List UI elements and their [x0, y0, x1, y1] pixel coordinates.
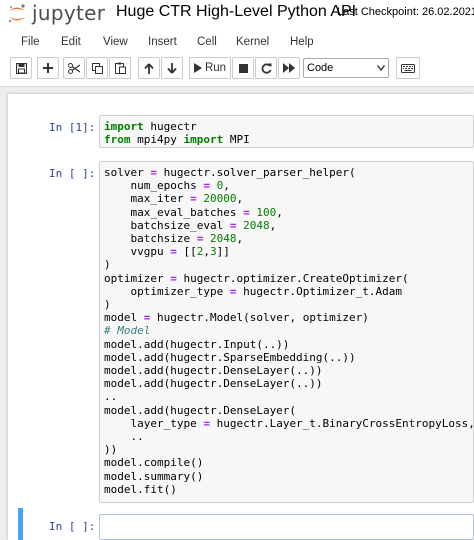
code-line: import hugectr	[104, 120, 197, 133]
code-line: ..	[104, 390, 118, 404]
stop-icon	[238, 63, 248, 73]
checkpoint-status: Last Checkpoint: 26.02.2021	[337, 6, 474, 18]
command-palette-button[interactable]	[396, 57, 420, 79]
menu-kernel[interactable]: Kernel	[236, 36, 269, 48]
code-line: max_iter = 20000,	[104, 192, 244, 206]
insert-cell-button[interactable]	[37, 57, 59, 79]
cell-prompt: In [ ]:	[49, 167, 96, 180]
copy-icon	[91, 62, 103, 74]
restart-run-all-button[interactable]	[278, 57, 300, 79]
copy-button[interactable]	[86, 57, 108, 79]
cell-type-select[interactable]: Code	[303, 58, 389, 78]
move-up-button[interactable]	[138, 57, 160, 79]
code-line: from mpi4py import MPI	[104, 133, 250, 147]
fast-forward-icon	[283, 63, 295, 73]
save-button[interactable]	[10, 57, 32, 79]
code-line: model.add(hugectr.SparseEmbedding(..))	[104, 350, 356, 364]
code-line: )	[104, 258, 111, 272]
cell-type-value: Code	[307, 62, 334, 74]
code-cell-text: import hugectr from mpi4py import MPI	[104, 120, 250, 146]
code-line: model.add(hugectr.Input(..))	[104, 337, 290, 351]
arrow-up-icon	[144, 62, 154, 74]
code-line: layer_type = hugectr.Layer_t.BinaryCross…	[104, 416, 474, 430]
menu-bar: File Edit View Insert Cell Kernel Help	[0, 31, 474, 55]
cell-prompt: In [1]:	[49, 121, 96, 134]
run-icon	[193, 63, 202, 73]
save-icon	[15, 62, 27, 74]
code-line: optimizer_type = hugectr.Optimizer_t.Ada…	[104, 284, 403, 298]
paste-button[interactable]	[109, 57, 131, 79]
code-line: )	[104, 298, 111, 312]
code-cell-input[interactable]	[99, 514, 474, 540]
code-line: ))	[104, 443, 118, 457]
restart-button[interactable]	[255, 57, 277, 79]
menu-view[interactable]: View	[103, 36, 128, 48]
jupyter-logo-text: jupyter	[32, 1, 106, 25]
run-button-label: Run	[204, 62, 227, 74]
code-line: model.summary()	[104, 469, 204, 483]
chevron-down-icon	[377, 65, 385, 71]
notebook-header: jupyter Huge CTR High-Level Python API L…	[0, 0, 474, 30]
menu-edit[interactable]: Edit	[61, 36, 81, 48]
code-line: optimizer = hugectr.optimizer.CreateOpti…	[104, 271, 409, 285]
code-line: model.add(hugectr.DenseLayer(..))	[104, 377, 323, 391]
paste-icon	[114, 62, 126, 74]
stop-button[interactable]	[232, 57, 254, 79]
plus-icon	[43, 63, 53, 73]
code-line: vvgpu = [[2,3]]	[104, 245, 230, 259]
restart-icon	[261, 62, 271, 74]
menu-insert[interactable]: Insert	[148, 36, 177, 48]
code-cell-text: solver = hugectr.solver_parser_helper( n…	[104, 166, 474, 496]
menu-cell[interactable]: Cell	[197, 36, 217, 48]
move-down-button[interactable]	[161, 57, 183, 79]
code-line: batchsize_eval = 2048,	[104, 218, 277, 232]
code-line: solver = hugectr.solver_parser_helper(	[104, 166, 356, 179]
cut-icon	[68, 62, 80, 74]
menu-help[interactable]: Help	[290, 36, 314, 48]
notebook-title[interactable]: Huge CTR High-Level Python API	[116, 3, 356, 21]
code-line: model.add(hugectr.DenseLayer(..))	[104, 364, 323, 378]
code-line: model.add(hugectr.DenseLayer(	[104, 403, 297, 417]
code-line: model.compile()	[104, 456, 204, 470]
cell-prompt: In [ ]:	[49, 520, 96, 533]
jupyter-logo[interactable]: jupyter	[6, 1, 116, 26]
code-line: ..	[104, 430, 144, 444]
code-line: num_epochs = 0,	[104, 179, 230, 193]
toolbar: Run Code	[0, 57, 474, 81]
cut-button[interactable]	[63, 57, 85, 79]
code-line: max_eval_batches = 100,	[104, 205, 283, 219]
menu-file[interactable]: File	[21, 36, 40, 48]
code-line: # Model	[104, 324, 151, 338]
run-button[interactable]: Run	[189, 57, 231, 79]
arrow-down-icon	[167, 62, 177, 74]
code-line: model.fit()	[104, 482, 177, 496]
jupyter-logo-icon	[8, 4, 25, 23]
keyboard-icon	[401, 63, 415, 73]
code-line: model = hugectr.Model(solver, optimizer)	[104, 311, 369, 325]
code-line: batchsize = 2048,	[104, 232, 244, 246]
selected-cell-indicator	[18, 508, 23, 540]
